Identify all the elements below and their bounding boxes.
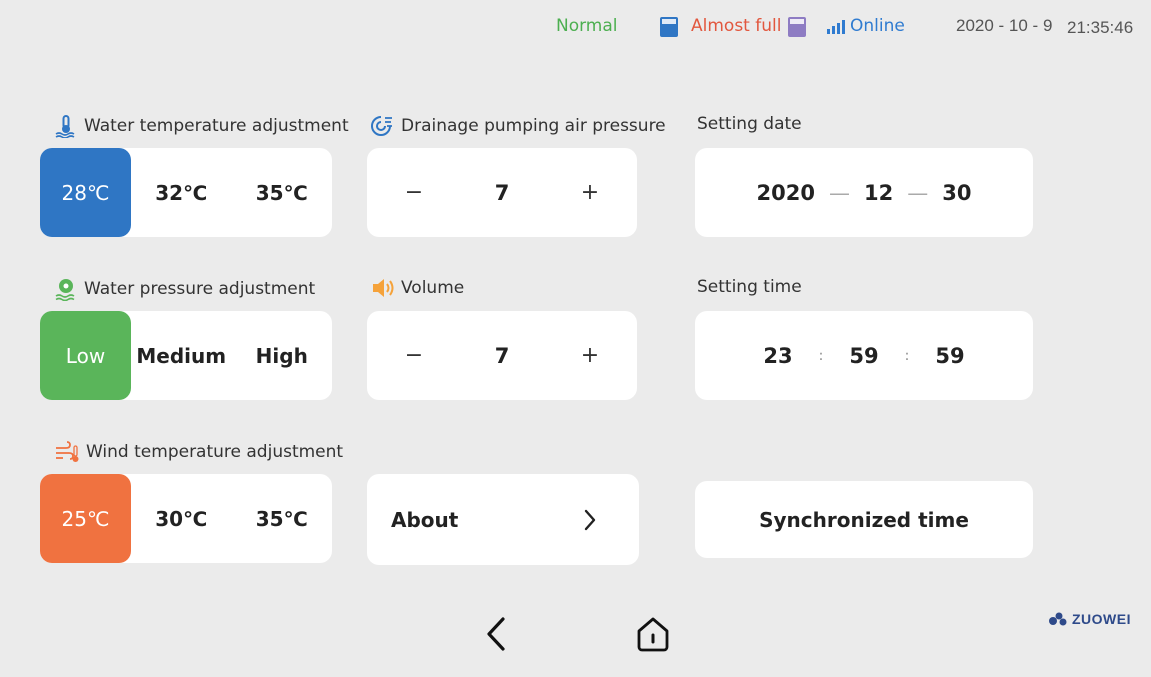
mode-status: Normal [556,16,618,36]
water-pressure-title: Water pressure adjustment [84,279,316,299]
volume-title: Volume [401,278,465,298]
brand-logo: ZUOWEI [1048,611,1131,627]
water-pressure-option-high[interactable]: High [232,344,333,368]
wind-temp-title: Wind temperature adjustment [86,442,344,462]
drainage-plus-button[interactable]: + [575,178,605,208]
about-button[interactable]: About [367,474,639,565]
network-status: Online [850,16,905,36]
volume-value: 7 [494,343,510,368]
sync-time-button[interactable]: Synchronized time [695,481,1033,558]
clean-water-bucket-icon [660,17,678,37]
status-time: 21:35:46 [1067,18,1134,37]
water-temp-option-35[interactable]: 35℃ [232,181,333,205]
sync-time-label: Synchronized time [759,507,969,532]
signal-icon [827,20,845,34]
bucket-status: Almost full [691,16,782,36]
chevron-left-icon[interactable] [484,615,508,653]
setting-time-title: Setting time [697,277,802,297]
time-separator: : [818,347,824,364]
zuowei-logo-icon [1049,612,1067,626]
drainage-value: 7 [494,180,510,205]
about-label: About [391,507,459,532]
date-separator: — [828,180,850,205]
swirl-pump-icon [371,116,392,136]
wind-temp-option-30[interactable]: 30℃ [131,507,232,531]
date-day[interactable]: 30 [942,181,971,205]
setting-time-field[interactable]: 23 : 59 : 59 [695,311,1033,400]
water-pressure-selector: Low Medium High [40,311,332,400]
drainage-stepper: − 7 + [367,148,637,237]
wind-temp-selector: 25℃ 30℃ 35℃ [40,474,332,563]
time-minute[interactable]: 59 [849,344,878,368]
water-temp-option-32[interactable]: 32℃ [131,181,232,205]
water-temp-title: Water temperature adjustment [84,116,349,136]
setting-date-title: Setting date [697,114,802,134]
wind-temp-option-25[interactable]: 25℃ [40,474,131,563]
water-pressure-icon [55,279,75,301]
water-thermometer-icon [55,115,75,138]
speaker-icon [373,279,394,297]
waste-water-bucket-icon [788,17,806,37]
wind-temp-option-35[interactable]: 35℃ [232,507,333,531]
volume-plus-button[interactable]: + [575,341,605,371]
water-pressure-heading: Water pressure adjustment [54,277,315,301]
brand-name: ZUOWEI [1072,611,1131,627]
chevron-right-icon [584,509,596,530]
drainage-title: Drainage pumping air pressure [401,116,666,136]
date-month[interactable]: 12 [864,181,893,205]
wind-thermometer-icon [56,441,79,462]
water-pressure-option-medium[interactable]: Medium [131,344,232,368]
status-date: 2020 - 10 - 9 [956,16,1053,35]
drainage-heading: Drainage pumping air pressure [369,114,666,138]
setting-date-field[interactable]: 2020 — 12 — 30 [695,148,1033,237]
status-bar: Normal Almost full Online 2020 - 10 - 9 … [0,14,1151,40]
home-icon[interactable] [634,615,672,653]
water-temp-heading: Water temperature adjustment [54,114,349,138]
volume-minus-button[interactable]: − [399,341,429,371]
date-year[interactable]: 2020 [757,181,815,205]
water-pressure-option-low[interactable]: Low [40,311,131,400]
time-separator: : [904,347,910,364]
drainage-minus-button[interactable]: − [399,178,429,208]
volume-stepper: − 7 + [367,311,637,400]
time-second[interactable]: 59 [935,344,964,368]
water-temp-option-28[interactable]: 28℃ [40,148,131,237]
volume-heading: Volume [371,277,464,299]
date-separator: — [907,180,929,205]
setting-date-heading: Setting date [697,114,802,134]
time-hour[interactable]: 23 [763,344,792,368]
wind-temp-heading: Wind temperature adjustment [54,440,343,464]
water-temp-selector: 28℃ 32℃ 35℃ [40,148,332,237]
setting-time-heading: Setting time [697,277,802,297]
